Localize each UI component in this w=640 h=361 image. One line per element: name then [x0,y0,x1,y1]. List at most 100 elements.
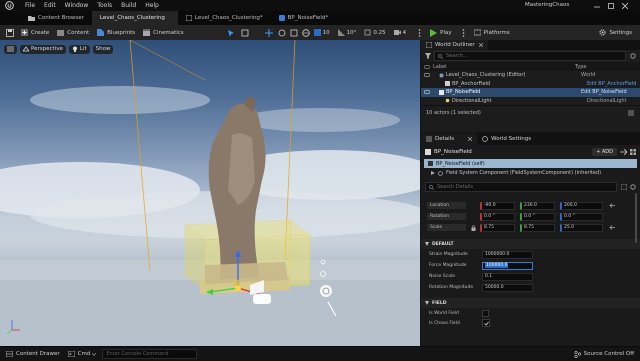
unreal-logo-icon[interactable] [4,0,15,11]
modes-icon[interactable] [238,29,252,37]
filter-icon[interactable] [425,53,431,59]
section-default-header[interactable]: DEFAULT [421,239,640,249]
settings-icon[interactable] [630,184,636,190]
content-drawer-button[interactable]: Content Drawer [6,351,60,357]
rotate-icon[interactable] [276,29,288,37]
close-icon[interactable] [618,1,632,10]
noise-scale-field[interactable]: 0.1 [482,272,533,281]
is-chaos-field-checkbox[interactable] [482,319,490,327]
property-label: Strain Magnitude [429,252,468,257]
visibility-eye-icon[interactable] [421,73,433,78]
rotation-y-field[interactable]: 0.0 ° [520,212,555,221]
source-control-button[interactable]: Source Control Off [574,350,634,358]
strain-magnitude-field[interactable]: 1000000.0 [482,250,533,259]
close-tab-icon[interactable] [468,137,473,141]
scale-y-field[interactable]: 8.75 [520,223,555,232]
maximize-icon[interactable] [604,1,618,10]
add-component-button[interactable]: + ADD [592,148,617,156]
minimize-icon[interactable] [590,1,604,10]
platforms-button[interactable]: Platforms [473,29,510,36]
column-label[interactable]: Label [433,64,575,70]
scale-z-field[interactable]: 25.0 [560,223,603,232]
cmd-button[interactable]: Cmd [67,351,97,357]
create-button[interactable]: Create [21,29,49,36]
tab-level-chaos-clustering-modified[interactable]: Level_Chaos_Clustering* [178,11,271,25]
rotation-snap-control[interactable]: 10° [337,29,356,36]
more-options-icon[interactable] [414,28,424,37]
rotation-x-field[interactable]: 0.0 ° [480,212,515,221]
translate-icon[interactable] [262,28,276,37]
row-type-link[interactable]: Edit BP_NoiseField [581,89,627,95]
scale-icon[interactable] [288,29,300,37]
section-field-header[interactable]: FIELD [421,298,640,308]
viewport-options-button[interactable] [4,44,17,54]
blueprints-button[interactable]: Blueprints [97,29,135,36]
details-icon [426,136,432,142]
lock-icon[interactable] [466,224,480,231]
details-scrollbar[interactable] [635,193,637,243]
tab-world-settings[interactable]: World Settings [477,133,536,145]
location-x-field[interactable]: -90.0 [480,201,515,210]
tab-level-chaos-clustering[interactable]: Level_Chaos_Clustering [91,11,178,25]
select-mode-icon[interactable] [224,29,238,37]
reset-arrow-icon[interactable] [609,225,615,230]
row-type-link[interactable]: Edit BP_AnchorField [587,81,636,87]
save-icon[interactable] [3,28,17,37]
force-magnitude-field[interactable]: 100000.0 [482,261,533,270]
menu-help[interactable]: Help [145,2,159,9]
grid-snap-control[interactable]: 10 [313,29,330,36]
play-options-icon[interactable] [460,28,468,37]
cinematics-button[interactable]: Cinematics [143,29,184,36]
settings-icon[interactable] [630,53,636,59]
tab-content-browser[interactable]: Content Browser [0,11,92,25]
menu-window[interactable]: Window [65,2,89,9]
location-y-field[interactable]: 230.0 [520,201,555,210]
camera-speed-control[interactable]: 4 [393,29,406,36]
scale-dropdown[interactable]: Scale [427,224,466,231]
outliner-row[interactable]: BP_AnchorField Edit BP_AnchorField [421,80,640,89]
component-self-row[interactable]: BP_NoiseField (self) [424,159,637,168]
column-type[interactable]: Type [575,64,586,70]
menu-edit[interactable]: Edit [44,2,56,9]
expand-arrow-icon[interactable] [431,171,435,175]
perspective-button[interactable]: Perspective [20,44,66,54]
rotation-dropdown[interactable]: Rotation [427,213,466,220]
content-label: Content [67,29,90,36]
outliner-search-input[interactable]: Search... [434,51,626,61]
tab-details[interactable]: Details [421,133,478,145]
view-options-icon[interactable] [628,110,634,116]
settings-button[interactable]: Settings [599,29,632,36]
menu-file[interactable]: File [25,2,35,9]
location-dropdown[interactable]: Location [427,202,466,209]
tab-world-outliner[interactable]: World Outliner [421,40,488,50]
outliner-row[interactable]: Level_Chaos_Clustering (Editor) World [421,71,640,80]
content-button[interactable]: Content [57,29,89,36]
blueprint-edit-icon[interactable] [620,149,627,155]
component-row[interactable]: Field System Component (FieldSystemCompo… [421,168,640,178]
scale-x-field[interactable]: 8.75 [480,223,515,232]
show-button[interactable]: Show [92,44,114,54]
rotation-magnitude-field[interactable]: 50000.0 [482,283,533,292]
scale-snap-control[interactable]: 0.25 [364,29,386,36]
actor-name[interactable]: BP_NoiseField [434,149,472,155]
property-matrix-icon[interactable] [621,184,627,190]
console-input[interactable]: Enter Console Command [102,349,198,359]
play-button[interactable]: Play [430,28,452,37]
outliner-row[interactable]: DirectionalLight DirectionalLight [421,97,640,106]
menu-build[interactable]: Build [121,2,136,9]
menu-tools[interactable]: Tools [97,2,112,9]
reset-arrow-icon[interactable] [609,203,615,208]
is-world-field-checkbox[interactable] [482,309,489,317]
details-search-input[interactable]: Search Details [425,182,617,192]
world-local-icon[interactable] [300,28,312,37]
outliner-row-selected[interactable]: BP_NoiseField Edit BP_NoiseField [421,88,640,97]
visibility-eye-icon[interactable] [421,90,433,95]
tab-bp-noisefield[interactable]: BP_NoiseField* [271,11,337,25]
level-viewport[interactable]: Perspective Lit Show [0,40,420,346]
lit-button[interactable]: Lit [68,44,90,54]
location-z-field[interactable]: 200.0 [560,201,603,210]
outliner-icon [426,42,432,48]
rotation-z-field[interactable]: 0.0 ° [560,212,603,221]
grid-view-icon[interactable] [630,149,636,155]
close-tab-icon[interactable] [478,43,483,47]
